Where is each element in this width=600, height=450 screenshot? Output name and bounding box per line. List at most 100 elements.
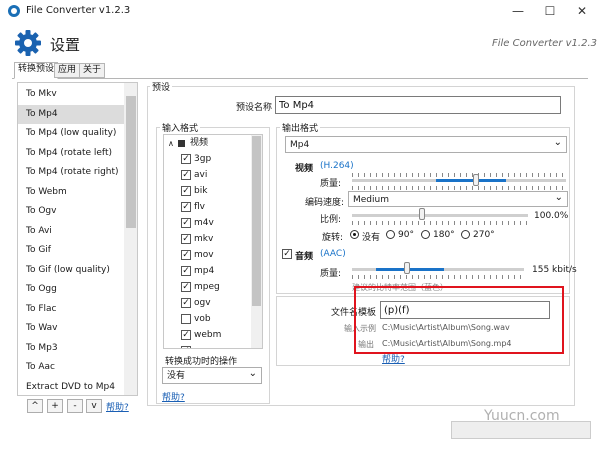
rotate-option: 180° xyxy=(433,230,455,240)
format-list-scroll-thumb[interactable] xyxy=(252,136,261,306)
add-preset-button[interactable]: + xyxy=(47,399,63,413)
check-icon[interactable]: ✓ xyxy=(181,330,191,340)
check-icon[interactable]: ✓ xyxy=(181,266,191,276)
check-icon[interactable]: ✓ xyxy=(181,170,191,180)
video-codec-label: (H.264) xyxy=(320,161,354,171)
list-item-selected[interactable]: To Mp4 xyxy=(18,104,125,124)
video-section-label: 视频 xyxy=(295,164,314,174)
check-icon[interactable]: ✓ xyxy=(181,234,191,244)
check-icon[interactable]: ✓ xyxy=(181,186,191,196)
format-item: vob xyxy=(194,314,211,324)
list-item[interactable]: To Mp4 (rotate left) xyxy=(18,144,125,164)
preset-name-label: 预设名称 xyxy=(236,103,273,113)
check-icon[interactable]: ✓ xyxy=(181,282,191,292)
audio-checkbox[interactable]: ✓ xyxy=(282,249,292,259)
list-item[interactable]: To Aac xyxy=(18,358,125,378)
video-quality-slider[interactable] xyxy=(473,174,480,186)
rotate-90-radio[interactable] xyxy=(386,230,395,239)
check-icon[interactable]: ✓ xyxy=(181,154,191,164)
scale-value: 100.0% xyxy=(534,211,569,221)
input-format-list[interactable]: ∧ 视频 ✓ 3gp ✓ avi ✓ bik ✓ flv ✓ m4v ✓ mkv ✓ mov … xyxy=(163,134,263,349)
format-item: mp4 xyxy=(194,266,215,276)
remove-preset-button[interactable]: - xyxy=(67,399,83,413)
rotate-option: 90° xyxy=(398,230,414,240)
list-item[interactable]: To Mp4 (low quality) xyxy=(18,124,125,144)
audio-quality-label: 质量: xyxy=(320,269,342,279)
format-category: 视频 xyxy=(190,138,209,148)
audio-section-label: 音频 xyxy=(295,252,314,262)
encoding-speed-label: 编码速度: xyxy=(305,198,345,208)
gear-icon xyxy=(15,30,41,56)
after-conversion-label: 转换成功时的操作 xyxy=(165,357,238,367)
slider-ticks xyxy=(352,173,566,177)
list-item[interactable]: To Mp4 (rotate right) xyxy=(18,163,125,183)
preset-list[interactable]: To Mkv To Mp4 To Mp4 (low quality) To Mp… xyxy=(17,82,138,396)
check-icon[interactable]: ✓ xyxy=(181,250,191,260)
minimize-button[interactable]: — xyxy=(502,0,534,22)
rotate-option: 270° xyxy=(473,230,495,240)
audio-quality-slider[interactable] xyxy=(404,262,411,274)
preset-group-label: 预设 xyxy=(150,80,173,93)
move-up-button[interactable]: ^ xyxy=(27,399,43,413)
slider-ticks xyxy=(352,221,528,225)
rotate-option: 没有 xyxy=(362,233,381,243)
help-link[interactable]: 帮助? xyxy=(162,390,185,403)
rotate-none-radio[interactable] xyxy=(350,230,359,239)
maximize-button[interactable]: ☐ xyxy=(534,0,566,22)
preset-name-input[interactable] xyxy=(275,96,561,114)
list-item[interactable]: To Wav xyxy=(18,319,125,339)
rotate-label: 旋转: xyxy=(322,233,344,243)
list-item[interactable]: To Ogv xyxy=(18,202,125,222)
scale-slider[interactable] xyxy=(419,208,426,220)
output-format-select[interactable]: Mp4 xyxy=(285,135,567,153)
list-item[interactable]: To Webm xyxy=(18,183,125,203)
format-item: 3gp xyxy=(194,154,212,164)
list-item[interactable]: To Gif xyxy=(18,241,125,261)
list-item[interactable]: Extract DVD to Mp4 xyxy=(18,378,125,396)
scale-track xyxy=(352,214,528,217)
encoding-speed-select[interactable]: Medium xyxy=(348,190,568,207)
page-title: 设置 xyxy=(50,36,81,54)
format-item: flv xyxy=(194,202,205,212)
slider-ticks xyxy=(352,275,524,279)
format-item: m4v xyxy=(194,218,214,228)
check-icon[interactable]: ✓ xyxy=(181,346,191,348)
video-quality-recommended-range xyxy=(436,179,507,182)
format-item: avi xyxy=(194,170,208,180)
check-icon[interactable]: ✓ xyxy=(181,202,191,212)
list-item[interactable]: To Mkv xyxy=(18,85,125,105)
tab-presets[interactable]: 转换预设 xyxy=(14,62,59,79)
list-item[interactable]: To Flac xyxy=(18,300,125,320)
collapse-icon[interactable]: ∧ xyxy=(168,139,174,148)
close-button[interactable]: ✕ xyxy=(566,0,598,22)
rotate-180-radio[interactable] xyxy=(421,230,430,239)
move-down-button[interactable]: v xyxy=(86,399,102,413)
checkbox-unchecked[interactable] xyxy=(181,314,191,324)
tab-application[interactable]: 应用 xyxy=(54,63,81,78)
window-title: File Converter v1.2.3 xyxy=(26,5,131,16)
list-item[interactable]: To Mp3 xyxy=(18,339,125,359)
partial-check-icon[interactable] xyxy=(178,140,185,147)
format-item: mkv xyxy=(194,234,214,244)
format-item: mov xyxy=(194,250,214,260)
app-icon xyxy=(8,5,20,17)
format-item: mpeg xyxy=(194,282,220,292)
help-link[interactable]: 帮助? xyxy=(106,400,129,413)
check-icon[interactable]: ✓ xyxy=(181,298,191,308)
output-format-label: 输出格式 xyxy=(280,121,321,134)
check-icon[interactable]: ✓ xyxy=(181,218,191,228)
format-item: ogv xyxy=(194,298,211,308)
list-item[interactable]: To Avi xyxy=(18,222,125,242)
after-conversion-select[interactable]: 没有 xyxy=(162,366,262,384)
scale-label: 比例: xyxy=(320,215,342,225)
tabs-divider xyxy=(12,78,588,79)
preset-list-scroll-thumb[interactable] xyxy=(126,96,136,228)
rotate-270-radio[interactable] xyxy=(461,230,470,239)
watermark: Yuucn.com xyxy=(484,408,560,424)
list-item[interactable]: To Gif (low quality) xyxy=(18,261,125,281)
format-item: webm xyxy=(194,330,222,340)
tab-about[interactable]: 关于 xyxy=(79,63,106,78)
list-item[interactable]: To Ogg xyxy=(18,280,125,300)
slider-ticks xyxy=(352,186,566,190)
format-item: wmv xyxy=(194,343,215,348)
